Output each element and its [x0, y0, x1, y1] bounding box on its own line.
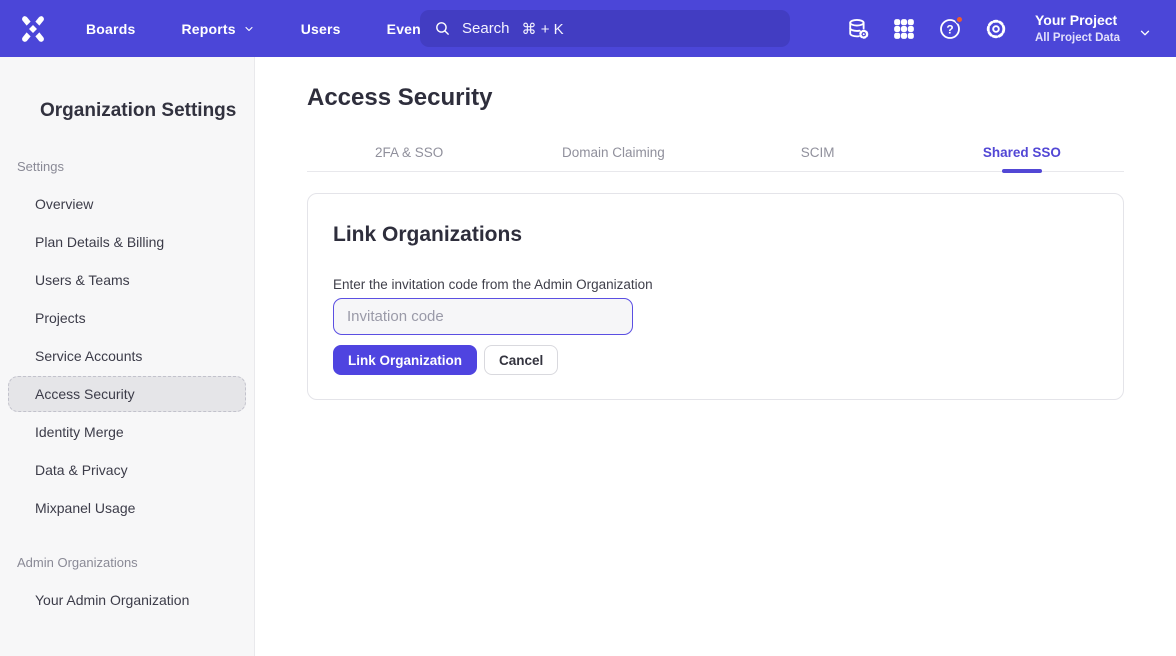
sidebar: Organization Settings Settings Overview …: [0, 57, 255, 656]
tab-scim[interactable]: SCIM: [716, 139, 920, 171]
apps-grid-button[interactable]: [881, 9, 927, 49]
sidebar-item-data-privacy[interactable]: Data & Privacy: [0, 451, 254, 489]
sidebar-item-service-accounts[interactable]: Service Accounts: [0, 337, 254, 375]
nav-reports-label: Reports: [181, 21, 235, 37]
settings-items: Overview Plan Details & Billing Users & …: [0, 185, 254, 527]
tab-2fa-sso[interactable]: 2FA & SSO: [307, 139, 511, 171]
nav-boards-label: Boards: [86, 21, 135, 37]
search-icon: [434, 20, 451, 37]
main-content: Access Security 2FA & SSO Domain Claimin…: [255, 57, 1176, 656]
tab-domain-claiming[interactable]: Domain Claiming: [511, 139, 715, 171]
search-input[interactable]: Search ⌘ + K: [420, 10, 790, 47]
nav-boards[interactable]: Boards: [86, 13, 135, 45]
search-placeholder: Search: [462, 20, 510, 37]
notification-dot: [955, 15, 964, 24]
sidebar-item-mixpanel-usage[interactable]: Mixpanel Usage: [0, 489, 254, 527]
admin-organization-items: Your Admin Organization: [0, 581, 254, 619]
project-name: Your Project: [1035, 12, 1120, 30]
cancel-button[interactable]: Cancel: [484, 345, 558, 375]
tab-bar: 2FA & SSO Domain Claiming SCIM Shared SS…: [307, 139, 1124, 172]
sidebar-item-access-security[interactable]: Access Security: [0, 375, 254, 413]
sidebar-item-overview[interactable]: Overview: [0, 185, 254, 223]
page-title: Access Security: [307, 83, 1124, 113]
sidebar-item-projects[interactable]: Projects: [0, 299, 254, 337]
help-button[interactable]: ?: [927, 9, 973, 49]
card-title: Link Organizations: [333, 222, 1098, 248]
sidebar-item-users-teams[interactable]: Users & Teams: [0, 261, 254, 299]
project-switcher[interactable]: Your Project All Project Data: [1035, 12, 1152, 45]
sidebar-item-your-admin-organization[interactable]: Your Admin Organization: [0, 581, 254, 619]
invitation-code-input[interactable]: [333, 298, 633, 335]
project-scope: All Project Data: [1035, 31, 1120, 45]
active-tab-underline: [1002, 169, 1042, 173]
svg-text:?: ?: [946, 22, 953, 36]
nav-users[interactable]: Users: [301, 13, 341, 45]
mixpanel-logo-icon[interactable]: [18, 14, 48, 44]
database-gear-icon: [845, 16, 871, 42]
button-row: Link Organization Cancel: [333, 345, 1098, 375]
link-organization-button[interactable]: Link Organization: [333, 345, 477, 375]
settings-button[interactable]: [973, 9, 1019, 49]
nav-users-label: Users: [301, 21, 341, 37]
topbar: Boards Reports Users Events Search ⌘ + K: [0, 0, 1176, 57]
sidebar-item-plan-details-billing[interactable]: Plan Details & Billing: [0, 223, 254, 261]
search-shortcut: ⌘ + K: [522, 20, 564, 38]
section-label-settings: Settings: [17, 159, 254, 175]
chevron-down-icon: [1138, 26, 1152, 40]
gear-icon: [983, 16, 1009, 42]
chevron-down-icon: [243, 23, 255, 35]
link-organizations-card: Link Organizations Enter the invitation …: [307, 193, 1124, 400]
sidebar-title: Organization Settings: [40, 99, 254, 122]
apps-grid-icon: [892, 17, 916, 41]
tab-shared-sso[interactable]: Shared SSO: [920, 139, 1124, 171]
nav-reports[interactable]: Reports: [181, 13, 254, 45]
sidebar-item-identity-merge[interactable]: Identity Merge: [0, 413, 254, 451]
invitation-code-label: Enter the invitation code from the Admin…: [333, 276, 1098, 294]
data-management-button[interactable]: [835, 9, 881, 49]
section-label-admin-organizations: Admin Organizations: [17, 555, 254, 571]
topbar-actions: ? Your Project All Project Data: [835, 9, 1152, 49]
project-meta: Your Project All Project Data: [1035, 12, 1120, 45]
